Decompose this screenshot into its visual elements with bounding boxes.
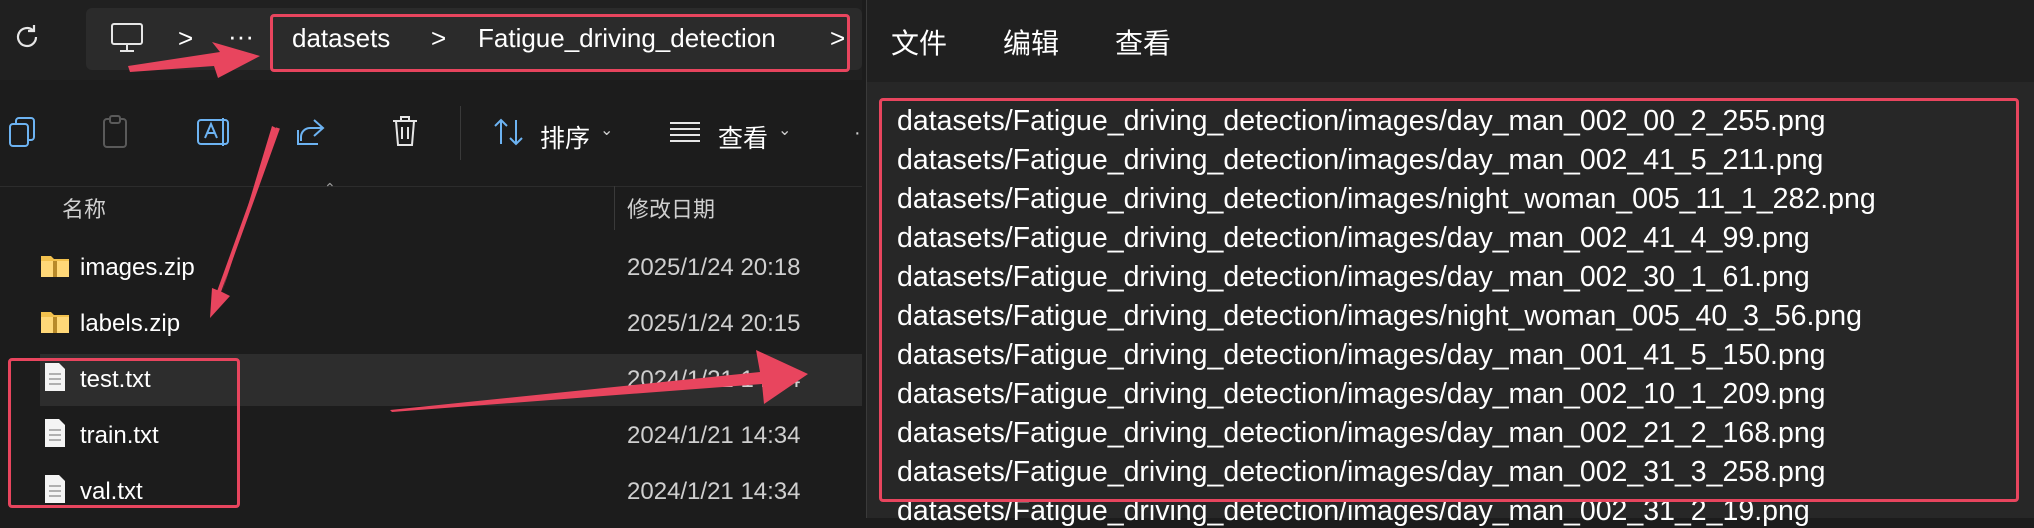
menu-file[interactable]: 文件 — [891, 22, 947, 62]
file-date: 2024/1/21 14:34 — [627, 366, 801, 393]
chevron-down-icon[interactable]: ⌄ — [778, 120, 791, 140]
refresh-icon[interactable] — [12, 22, 42, 52]
share-icon[interactable] — [294, 116, 326, 148]
file-name: images.zip — [80, 254, 195, 281]
computer-icon — [111, 23, 143, 52]
column-header-name[interactable]: 名称 — [62, 192, 106, 224]
sort-icon — [494, 118, 523, 146]
annotation-box-txt-files — [8, 358, 240, 508]
file-explorer-window: > ··· datasets > Fatigue_driving_detecti… — [0, 0, 862, 518]
column-divider — [614, 186, 615, 230]
delete-icon[interactable] — [390, 114, 420, 148]
annotation-box-file-content — [879, 98, 2019, 502]
file-date: 2024/1/21 14:34 — [627, 478, 801, 505]
address-bar-row: > ··· datasets > Fatigue_driving_detecti… — [0, 0, 862, 80]
column-header-modified[interactable]: 修改日期 — [627, 192, 715, 224]
menu-view[interactable]: 查看 — [1115, 22, 1171, 62]
file-date: 2025/1/24 20:15 — [627, 310, 801, 337]
more-options-icon[interactable]: · — [854, 122, 861, 145]
annotation-box-breadcrumb — [270, 14, 850, 72]
column-header-row: ⌃ 名称 修改日期 — [0, 180, 862, 230]
divider — [460, 106, 461, 160]
sort-indicator-icon: ⌃ — [324, 180, 336, 196]
file-name: labels.zip — [80, 310, 181, 337]
view-button[interactable]: 查看 — [718, 119, 768, 155]
menu-edit[interactable]: 编辑 — [1003, 22, 1059, 62]
paste-icon[interactable] — [102, 114, 132, 150]
view-icon — [670, 122, 700, 142]
zip-folder-icon — [41, 312, 69, 333]
chevron-down-icon[interactable]: ⌄ — [600, 120, 613, 140]
breadcrumb-separator[interactable]: > — [178, 23, 193, 54]
sort-button[interactable]: 排序 — [540, 119, 590, 155]
file-row-labels-zip[interactable]: labels.zip 2025/1/24 20:15 — [40, 298, 862, 350]
file-date: 2025/1/24 20:18 — [627, 254, 801, 281]
notepad-window: 文件 编辑 查看 datasets/Fatigue_driving_detect… — [866, 0, 2034, 527]
command-bar: 排序 ⌄ 查看 ⌄ · — [0, 86, 862, 187]
file-row-images-zip[interactable]: images.zip 2025/1/24 20:18 — [40, 242, 862, 294]
file-date: 2024/1/21 14:34 — [627, 422, 801, 449]
copy-icon[interactable] — [8, 116, 38, 148]
rename-icon[interactable] — [196, 116, 232, 148]
breadcrumb-more[interactable]: ··· — [228, 21, 254, 52]
zip-folder-icon — [41, 256, 69, 277]
